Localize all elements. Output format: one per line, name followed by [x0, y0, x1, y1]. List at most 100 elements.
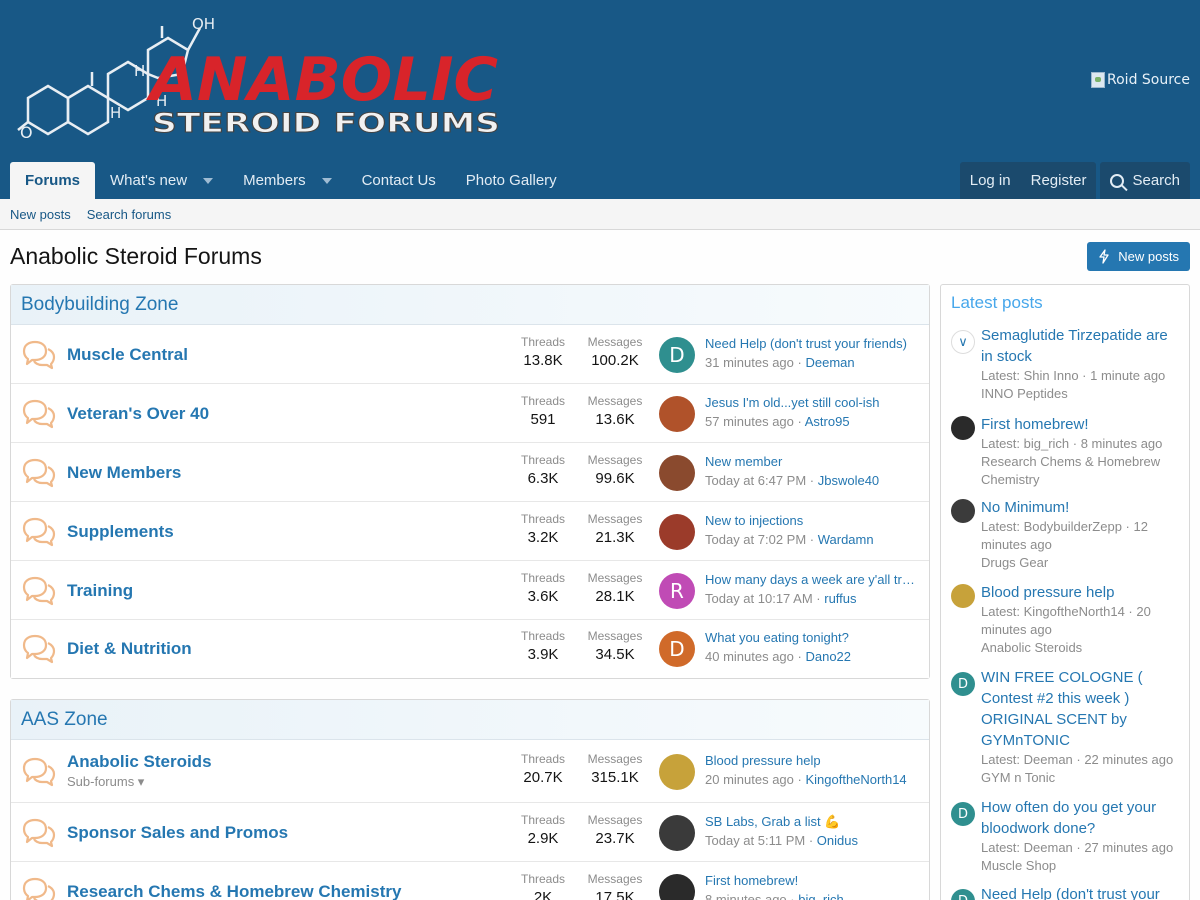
last-post-time[interactable]: 31 minutes ago: [705, 355, 794, 370]
last-post-title-link[interactable]: Blood pressure help: [705, 753, 919, 768]
avatar[interactable]: [659, 454, 695, 491]
sponsor-banner[interactable]: Roid Source: [1091, 72, 1190, 88]
last-post-title-link[interactable]: How many days a week are y'all training?: [705, 572, 919, 587]
forum-bubbles-icon: [22, 517, 56, 546]
avatar[interactable]: [659, 873, 695, 900]
latest-post-forum-link[interactable]: Drugs Gear: [981, 554, 1181, 572]
avatar[interactable]: [659, 814, 695, 851]
last-post-title-link[interactable]: New member: [705, 454, 919, 469]
latest-post-title-link[interactable]: WIN FREE COLOGNE ( Contest #2 this week …: [981, 667, 1181, 751]
forum-title-link[interactable]: Veteran's Over 40: [67, 404, 209, 424]
latest-post-text: Semaglutide Tirzepatide are in stock Late…: [981, 325, 1181, 403]
category-header: AAS Zone: [11, 700, 929, 740]
new-posts-button[interactable]: New posts: [1087, 242, 1190, 271]
avatar[interactable]: [659, 513, 695, 550]
forum-title-link[interactable]: New Members: [67, 463, 181, 483]
last-post-time[interactable]: 20 minutes ago: [705, 772, 794, 787]
avatar[interactable]: D: [951, 802, 975, 826]
last-post-title-link[interactable]: Jesus I'm old...yet still cool-ish: [705, 395, 919, 410]
latest-post-forum-link[interactable]: Anabolic Steroids: [981, 639, 1181, 657]
last-post-user-link[interactable]: Onidus: [817, 833, 858, 848]
last-post-time[interactable]: 8 minutes ago: [705, 892, 787, 900]
category-title[interactable]: Bodybuilding Zone: [21, 294, 178, 316]
last-post-meta: 31 minutes ago · Deeman: [705, 355, 925, 370]
meta-separator: ·: [812, 590, 825, 606]
avatar[interactable]: ∨: [951, 330, 975, 354]
last-post-time[interactable]: Today at 7:02 PM: [705, 532, 806, 547]
forum-title-link[interactable]: Muscle Central: [67, 345, 188, 365]
forum-row: Muscle Central Threads 13.8K Messages 100.2K…: [11, 325, 929, 384]
forum-title-link[interactable]: Supplements: [67, 522, 174, 542]
tab-forums[interactable]: Forums: [10, 162, 96, 199]
category-aas-zone: AAS Zone Anabolic Steroids Sub-forums ▾ Thr…: [10, 699, 930, 900]
last-post-user-link[interactable]: big_rich: [798, 892, 844, 900]
last-post-time[interactable]: Today at 5:11 PM: [705, 833, 805, 848]
latest-post-title-link[interactable]: Need Help (don't trust your friends): [981, 884, 1181, 900]
last-post-title-link[interactable]: What you eating tonight?: [705, 630, 919, 645]
tab-members[interactable]: Members: [228, 162, 347, 199]
last-post-user-link[interactable]: Astro95: [805, 414, 850, 429]
last-post-title-link[interactable]: Need Help (don't trust your friends): [705, 336, 919, 351]
register-button[interactable]: Register: [1020, 162, 1097, 199]
avatar[interactable]: D: [659, 336, 695, 373]
subnav-search-forums[interactable]: Search forums: [87, 207, 172, 222]
avatar[interactable]: D: [951, 889, 975, 900]
last-post-user-link[interactable]: KingoftheNorth14: [805, 772, 906, 787]
forum-row: Veteran's Over 40 Threads 591 Messages 13.6K…: [11, 384, 929, 443]
last-post-user-link[interactable]: Deeman: [805, 355, 854, 370]
latest-post-title-link[interactable]: Blood pressure help: [981, 582, 1181, 603]
chevron-down-icon[interactable]: [321, 177, 332, 184]
last-post-user-link[interactable]: Jbswole40: [818, 473, 879, 488]
avatar[interactable]: [951, 499, 975, 523]
avatar[interactable]: [951, 416, 975, 440]
search-button[interactable]: Search: [1100, 162, 1190, 199]
last-post-time[interactable]: 40 minutes ago: [705, 649, 794, 664]
tab-whats-new[interactable]: What's new: [95, 162, 228, 199]
avatar[interactable]: D: [951, 672, 975, 696]
chevron-down-icon[interactable]: [203, 177, 214, 184]
login-button[interactable]: Log in: [959, 162, 1021, 199]
latest-post-forum-link[interactable]: GYM n Tonic: [981, 769, 1181, 787]
subnav-new-posts[interactable]: New posts: [10, 207, 71, 222]
avatar[interactable]: [951, 584, 975, 608]
last-post-title-link[interactable]: SB Labs, Grab a list 💪: [705, 814, 919, 830]
latest-post-title-link[interactable]: No Minimum!: [981, 497, 1181, 518]
latest-post-forum-link[interactable]: INNO Peptides: [981, 385, 1181, 403]
threads-count: 3.6K: [527, 587, 559, 605]
forum-title-link[interactable]: Anabolic Steroids: [67, 752, 212, 772]
last-post-title-link[interactable]: New to injections: [705, 513, 919, 528]
latest-post-forum-link[interactable]: Muscle Shop: [981, 857, 1181, 875]
meta-separator: ·: [793, 649, 806, 664]
forum-title-link[interactable]: Research Chems & Homebrew Chemistry: [67, 882, 401, 900]
forum-bubbles-icon: [22, 877, 56, 900]
last-post-time[interactable]: 57 minutes ago: [705, 414, 794, 429]
latest-post-text: No Minimum! Latest: BodybuilderZepp · 12 …: [981, 497, 1181, 572]
last-post-time[interactable]: Today at 10:17 AM: [705, 591, 813, 606]
avatar[interactable]: [659, 395, 695, 432]
latest-posts-title[interactable]: Latest posts: [941, 285, 1189, 321]
latest-post-forum-link[interactable]: Research Chems & Homebrew Chemistry: [981, 453, 1181, 489]
last-post-user-link[interactable]: ruffus: [824, 591, 856, 606]
last-post-user-link[interactable]: Wardamn: [818, 532, 874, 547]
category-title[interactable]: AAS Zone: [21, 709, 108, 731]
forum-title-link[interactable]: Diet & Nutrition: [67, 639, 192, 659]
latest-post-title-link[interactable]: First homebrew!: [981, 414, 1181, 435]
svg-text:OH: OH: [192, 15, 215, 33]
latest-post-title-link[interactable]: Semaglutide Tirzepatide are in stock: [981, 325, 1181, 367]
forum-title-link[interactable]: Sponsor Sales and Promos: [67, 823, 288, 843]
subforums-toggle[interactable]: Sub-forums ▾: [67, 774, 144, 790]
site-logo[interactable]: O OH H H H ANABOLIC STEROID FORUMS: [10, 12, 510, 152]
avatar[interactable]: D: [659, 631, 695, 667]
last-post-title-link[interactable]: First homebrew!: [705, 873, 919, 888]
avatar[interactable]: [659, 753, 695, 790]
last-post-time[interactable]: Today at 6:47 PM: [705, 473, 806, 488]
avatar[interactable]: R: [659, 572, 695, 609]
latest-post-title-link[interactable]: How often do you get your bloodwork done…: [981, 797, 1181, 839]
last-post-meta: Today at 6:47 PM · Jbswole40: [705, 473, 925, 488]
meta-separator: ·: [793, 354, 806, 370]
messages-label: Messages: [587, 334, 643, 349]
forum-title-link[interactable]: Training: [67, 581, 133, 601]
tab-photo-gallery[interactable]: Photo Gallery: [451, 162, 572, 199]
tab-contact-us[interactable]: Contact Us: [347, 162, 451, 199]
last-post-user-link[interactable]: Dano22: [805, 649, 851, 664]
